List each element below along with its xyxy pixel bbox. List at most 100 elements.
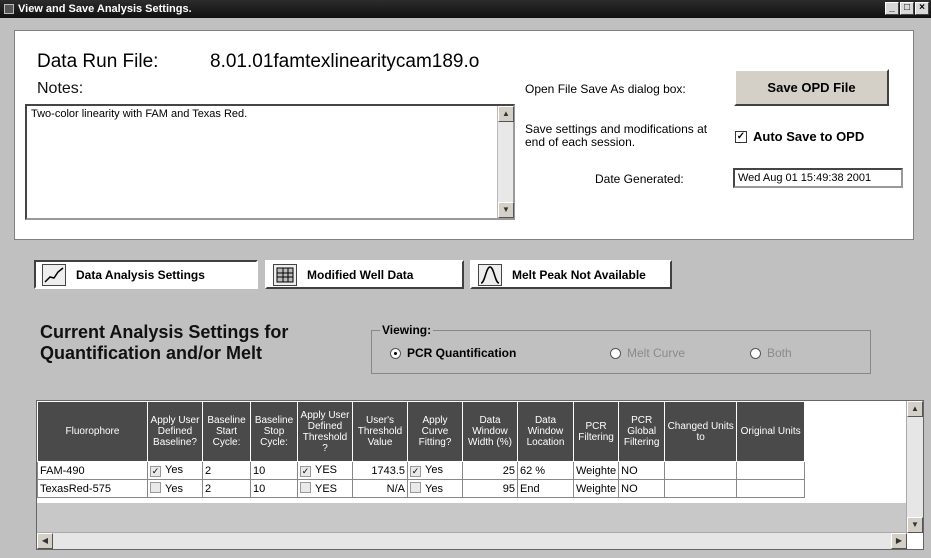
cell-curve-fitting[interactable]: Yes: [407, 479, 463, 498]
grid-horizontal-scrollbar[interactable]: ◀ ▶: [37, 532, 907, 549]
cell-global-filtering[interactable]: NO: [618, 479, 666, 498]
cell-baseline-apply[interactable]: ✓ Yes: [147, 461, 203, 480]
cell-global-filtering[interactable]: NO: [618, 461, 666, 480]
radio-pcr-quantification[interactable]: PCR Quantification: [390, 346, 516, 360]
radio-selected-icon[interactable]: [390, 347, 401, 359]
checkbox-checked-icon[interactable]: ✓: [300, 466, 311, 477]
window-title: View and Save Analysis Settings.: [18, 3, 192, 15]
column-header[interactable]: Apply User Defined Threshold ?: [297, 401, 353, 462]
window-client: Data Run File: 8.01.01famtexlinearitycam…: [0, 18, 931, 558]
app-icon: [4, 4, 14, 14]
analysis-title-line2: Quantification and/or Melt: [40, 343, 263, 363]
cell-changed-units[interactable]: [664, 461, 738, 480]
analysis-panel: Current Analysis Settings for Quantifica…: [14, 310, 930, 558]
cell-stop[interactable]: 10: [250, 461, 298, 480]
notes-scrollbar[interactable]: ▲ ▼: [497, 106, 514, 218]
radio-icon[interactable]: [750, 347, 761, 359]
checkbox-checked-icon[interactable]: ✓: [410, 466, 421, 477]
checkbox-icon[interactable]: [150, 482, 161, 493]
tab-modified-well-data[interactable]: Modified Well Data: [265, 260, 464, 289]
radio-melt-curve[interactable]: Melt Curve: [610, 346, 685, 360]
cell-text: Yes: [425, 464, 443, 476]
cell-window-location[interactable]: End: [517, 479, 574, 498]
checkbox-icon[interactable]: [300, 482, 311, 493]
checkbox-checked-icon[interactable]: ✓: [735, 130, 747, 143]
tab-label: Data Analysis Settings: [76, 267, 205, 282]
cell-window-location[interactable]: 62 %: [517, 461, 574, 480]
cell-original-units[interactable]: [736, 479, 806, 498]
cell-fluorophore[interactable]: TexasRed-575: [37, 479, 148, 498]
radio-label: Melt Curve: [627, 346, 686, 360]
notes-textarea[interactable]: Two-color linearity with FAM and Texas R…: [25, 104, 515, 220]
scroll-right-icon[interactable]: ▶: [891, 533, 907, 549]
cell-window-width[interactable]: 95: [462, 479, 518, 498]
grid-empty-area: [37, 503, 907, 533]
cell-threshold-apply[interactable]: ✓ YES: [297, 461, 353, 480]
save-settings-label: Save settings and modifications at end o…: [525, 122, 708, 149]
column-header[interactable]: Baseline Start Cycle:: [202, 401, 251, 462]
table-header-row: Fluorophore Apply User Defined Baseline?…: [37, 401, 806, 462]
scroll-left-icon[interactable]: ◀: [37, 533, 53, 549]
tab-melt-peak[interactable]: Melt Peak Not Available: [470, 260, 672, 289]
grid-vertical-scrollbar[interactable]: ▲ ▼: [906, 401, 923, 533]
cell-pcr-filtering[interactable]: Weighte: [572, 479, 620, 498]
column-header[interactable]: Data Window Location: [517, 401, 574, 462]
cell-original-units[interactable]: [736, 461, 806, 480]
cell-changed-units[interactable]: [664, 479, 738, 498]
minimize-button[interactable]: _: [885, 2, 899, 15]
close-button[interactable]: ×: [915, 2, 929, 15]
radio-label: PCR Quantification: [407, 346, 517, 360]
date-generated-label: Date Generated:: [595, 172, 684, 186]
scroll-down-icon[interactable]: ▼: [907, 517, 923, 533]
column-header[interactable]: Changed Units to: [664, 401, 738, 462]
maximize-button[interactable]: □: [900, 2, 914, 15]
cell-start[interactable]: 2: [202, 461, 251, 480]
checkbox-icon[interactable]: [410, 482, 421, 493]
cell-fluorophore[interactable]: FAM-490: [37, 461, 148, 480]
cell-stop[interactable]: 10: [250, 479, 298, 498]
scroll-down-icon[interactable]: ▼: [498, 202, 514, 218]
column-header[interactable]: Apply User Defined Baseline?: [147, 401, 203, 462]
cell-window-width[interactable]: 25: [462, 461, 518, 480]
column-header[interactable]: PCR Global Filtering: [618, 401, 666, 462]
viewing-group: Viewing: PCR Quantification Melt Curve B…: [371, 323, 871, 374]
cell-threshold-value[interactable]: N/A: [352, 479, 408, 498]
checkbox-checked-icon[interactable]: ✓: [150, 466, 161, 477]
analysis-title-line1: Current Analysis Settings for: [40, 322, 289, 342]
cell-text: Yes: [425, 483, 443, 495]
auto-save-checkbox[interactable]: ✓ Auto Save to OPD: [735, 129, 864, 144]
radio-icon[interactable]: [610, 347, 621, 359]
tab-data-analysis-settings[interactable]: Data Analysis Settings: [34, 260, 258, 289]
cell-baseline-apply[interactable]: Yes: [147, 479, 203, 498]
cell-text: YES: [315, 464, 338, 476]
cell-threshold-apply[interactable]: YES: [297, 479, 353, 498]
column-header[interactable]: User's Threshold Value: [352, 401, 408, 462]
scroll-up-icon[interactable]: ▲: [907, 401, 923, 417]
tab-label: Modified Well Data: [307, 267, 414, 282]
column-header[interactable]: Fluorophore: [37, 401, 148, 462]
notes-label: Notes:: [37, 80, 84, 97]
radio-both[interactable]: Both: [750, 346, 792, 360]
file-info-panel: Data Run File: 8.01.01famtexlinearitycam…: [14, 30, 914, 240]
column-header[interactable]: Data Window Width (%): [462, 401, 518, 462]
viewing-label: Viewing:: [380, 323, 434, 337]
column-header[interactable]: Baseline Stop Cycle:: [250, 401, 298, 462]
table-row[interactable]: FAM-490 ✓ Yes 2 10 ✓ YES 1743.5 ✓ Yes 25 62…: [37, 461, 806, 480]
data-run-file-value: 8.01.01famtexlinearitycam189.o: [210, 51, 480, 72]
column-header[interactable]: PCR Filtering: [572, 401, 620, 462]
cell-threshold-value[interactable]: 1743.5: [352, 461, 408, 480]
tab-label: Melt Peak Not Available: [512, 267, 646, 282]
save-opd-button[interactable]: Save OPD File: [734, 69, 889, 106]
cell-curve-fitting[interactable]: ✓ Yes: [407, 461, 463, 480]
cell-pcr-filtering[interactable]: Weighte: [572, 461, 620, 480]
scroll-up-icon[interactable]: ▲: [498, 106, 514, 122]
grid-icon: [273, 263, 297, 286]
peak-icon: [478, 263, 502, 286]
column-header[interactable]: Apply Curve Fitting?: [407, 401, 463, 462]
cell-start[interactable]: 2: [202, 479, 251, 498]
column-header[interactable]: Original Units: [736, 401, 806, 462]
table-row[interactable]: TexasRed-575 Yes 2 10 YES N/A Yes 95 End…: [37, 479, 806, 498]
title-bar: View and Save Analysis Settings. _ □ ×: [0, 0, 931, 18]
settings-grid[interactable]: Fluorophore Apply User Defined Baseline?…: [36, 400, 924, 550]
cell-text: Yes: [165, 464, 183, 476]
